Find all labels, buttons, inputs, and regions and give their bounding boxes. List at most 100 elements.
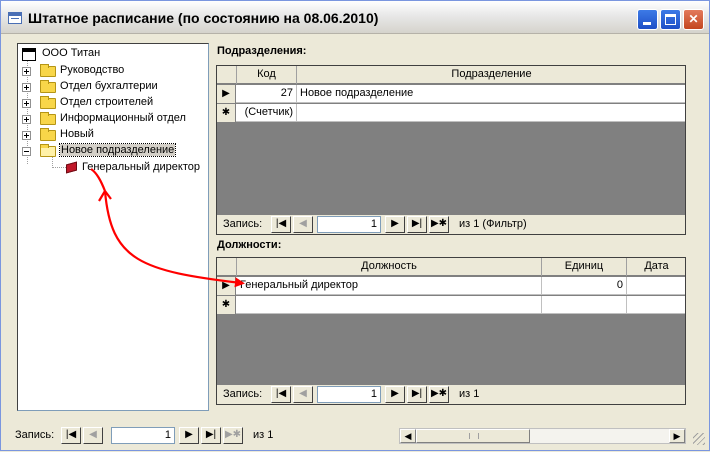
row-selector-header bbox=[217, 258, 237, 276]
current-record-icon[interactable]: ▶ bbox=[217, 277, 236, 295]
tree-item-general-director[interactable]: Генеральный директор bbox=[64, 160, 204, 176]
record-number-input[interactable]: 1 bbox=[317, 216, 381, 233]
tree-item-label: Новый bbox=[60, 128, 94, 140]
position-icon bbox=[66, 161, 77, 174]
record-label: Запись: bbox=[223, 388, 263, 400]
tree-item-label: Отдел бухгалтерии bbox=[60, 80, 158, 92]
last-record-button[interactable]: ▶| bbox=[407, 386, 427, 403]
tree-item-label: Генеральный директор bbox=[82, 161, 200, 173]
folder-icon bbox=[40, 80, 56, 93]
main-record-navigator: Запись: |◀ ◀ 1 ▶ ▶| ▶✱ из 1 bbox=[15, 426, 395, 446]
window-title: Штатное расписание (по состоянию на 08.0… bbox=[28, 10, 379, 26]
new-record-button[interactable]: ▶✱ bbox=[223, 427, 243, 444]
folder-icon bbox=[40, 112, 56, 125]
resize-grip-icon[interactable] bbox=[693, 433, 705, 445]
tree-item-it[interactable]: Информационный отдел bbox=[22, 111, 202, 127]
expand-icon[interactable] bbox=[22, 67, 31, 76]
tree-item-label: Информационный отдел bbox=[60, 112, 186, 124]
position-cell[interactable]: Генеральный директор bbox=[237, 277, 542, 295]
root-icon bbox=[22, 48, 36, 61]
tree-item-rukovodstvo[interactable]: Руководство bbox=[22, 63, 202, 79]
scroll-left-icon[interactable]: ◀ bbox=[400, 429, 416, 443]
record-label: Запись: bbox=[15, 429, 55, 441]
prev-record-button[interactable]: ◀ bbox=[293, 386, 313, 403]
expand-icon[interactable] bbox=[22, 99, 31, 108]
tree-item-buhgalteria[interactable]: Отдел бухгалтерии bbox=[22, 79, 202, 95]
record-number-input[interactable]: 1 bbox=[111, 427, 175, 444]
new-record-button[interactable]: ▶✱ bbox=[429, 386, 449, 403]
departments-header: Код Подразделение bbox=[217, 66, 685, 84]
column-header[interactable]: Дата bbox=[627, 258, 685, 276]
form-icon bbox=[8, 12, 22, 24]
scroll-right-icon[interactable]: ▶ bbox=[669, 429, 685, 443]
horizontal-scrollbar[interactable]: ◀ ▶ bbox=[399, 428, 686, 444]
tree-item-novy[interactable]: Новый bbox=[22, 127, 202, 143]
record-navigator: Запись: |◀ ◀ 1 ▶ ▶| ▶✱ из 1 (Фильтр) bbox=[223, 215, 683, 234]
tree-item-new-department[interactable]: Новое подразделение bbox=[22, 143, 202, 159]
code-cell[interactable]: (Счетчик) bbox=[237, 104, 297, 122]
prev-record-button[interactable]: ◀ bbox=[83, 427, 103, 444]
department-cell[interactable] bbox=[297, 104, 685, 122]
table-row[interactable]: ▶ Генеральный директор 0 bbox=[217, 277, 685, 295]
minimize-button[interactable] bbox=[637, 9, 658, 30]
department-tree[interactable]: ООО Титан Руководство Отдел бухгалтерии … bbox=[17, 43, 209, 411]
folder-icon bbox=[40, 96, 56, 109]
column-header[interactable]: Должность bbox=[237, 258, 542, 276]
tree-item-label: Руководство bbox=[60, 64, 125, 76]
title-bar[interactable]: Штатное расписание (по состоянию на 08.0… bbox=[1, 1, 709, 34]
scroll-thumb[interactable] bbox=[416, 429, 530, 443]
department-cell[interactable]: Новое подразделение bbox=[297, 85, 685, 103]
next-record-button[interactable]: ▶ bbox=[385, 216, 405, 233]
tree-item-label: Новое подразделение bbox=[58, 143, 177, 157]
position-cell[interactable] bbox=[237, 296, 542, 314]
collapse-icon[interactable] bbox=[22, 147, 31, 156]
tree-item-label: Отдел строителей bbox=[60, 96, 154, 108]
minimize-icon bbox=[643, 22, 651, 25]
new-record-icon[interactable]: ✱ bbox=[217, 296, 236, 314]
record-number-input[interactable]: 1 bbox=[317, 386, 381, 403]
new-record-button[interactable]: ▶✱ bbox=[429, 216, 449, 233]
date-cell[interactable] bbox=[627, 296, 685, 314]
row-selector-header bbox=[217, 66, 237, 84]
tree-root[interactable]: ООО Титан bbox=[20, 46, 200, 62]
positions-label: Должности: bbox=[217, 239, 282, 251]
record-count: из 1 bbox=[253, 429, 274, 441]
last-record-button[interactable]: ▶| bbox=[407, 216, 427, 233]
current-record-icon[interactable]: ▶ bbox=[217, 85, 236, 103]
units-cell[interactable] bbox=[542, 296, 627, 314]
maximize-button[interactable] bbox=[660, 9, 681, 30]
first-record-button[interactable]: |◀ bbox=[271, 216, 291, 233]
open-folder-icon bbox=[40, 144, 56, 157]
departments-label: Подразделения: bbox=[217, 45, 307, 57]
expand-icon[interactable] bbox=[22, 115, 31, 124]
expand-icon[interactable] bbox=[22, 131, 31, 140]
units-cell[interactable]: 0 bbox=[542, 277, 627, 295]
positions-grid[interactable]: Должность Единиц Дата ▶ Генеральный дире… bbox=[216, 257, 686, 405]
positions-nav-bar: Запись: |◀ ◀ 1 ▶ ▶| ▶✱ из 1 bbox=[217, 385, 685, 404]
column-header[interactable]: Единиц bbox=[542, 258, 627, 276]
column-header[interactable]: Код bbox=[237, 66, 297, 84]
tree-root-label: ООО Титан bbox=[42, 47, 101, 59]
next-record-button[interactable]: ▶ bbox=[179, 427, 199, 444]
table-row-new[interactable]: ✱ (Счетчик) bbox=[217, 104, 685, 122]
table-row[interactable]: ▶ 27 Новое подразделение bbox=[217, 85, 685, 103]
code-cell[interactable]: 27 bbox=[237, 85, 297, 103]
next-record-button[interactable]: ▶ bbox=[385, 386, 405, 403]
maximize-icon bbox=[665, 14, 676, 25]
new-record-icon[interactable]: ✱ bbox=[217, 104, 236, 122]
first-record-button[interactable]: |◀ bbox=[61, 427, 81, 444]
tree-item-stroiteli[interactable]: Отдел строителей bbox=[22, 95, 202, 111]
prev-record-button[interactable]: ◀ bbox=[293, 216, 313, 233]
record-count: из 1 bbox=[459, 388, 480, 400]
close-button[interactable]: ✕ bbox=[683, 9, 704, 30]
date-cell[interactable] bbox=[627, 277, 685, 295]
table-row-new[interactable]: ✱ bbox=[217, 296, 685, 314]
record-count: из 1 (Фильтр) bbox=[459, 218, 527, 230]
departments-nav-bar: Запись: |◀ ◀ 1 ▶ ▶| ▶✱ из 1 (Фильтр) bbox=[217, 215, 685, 234]
column-header[interactable]: Подразделение bbox=[297, 66, 685, 84]
expand-icon[interactable] bbox=[22, 83, 31, 92]
first-record-button[interactable]: |◀ bbox=[271, 386, 291, 403]
record-label: Запись: bbox=[223, 218, 263, 230]
last-record-button[interactable]: ▶| bbox=[201, 427, 221, 444]
departments-grid[interactable]: Код Подразделение ▶ 27 Новое подразделен… bbox=[216, 65, 686, 235]
